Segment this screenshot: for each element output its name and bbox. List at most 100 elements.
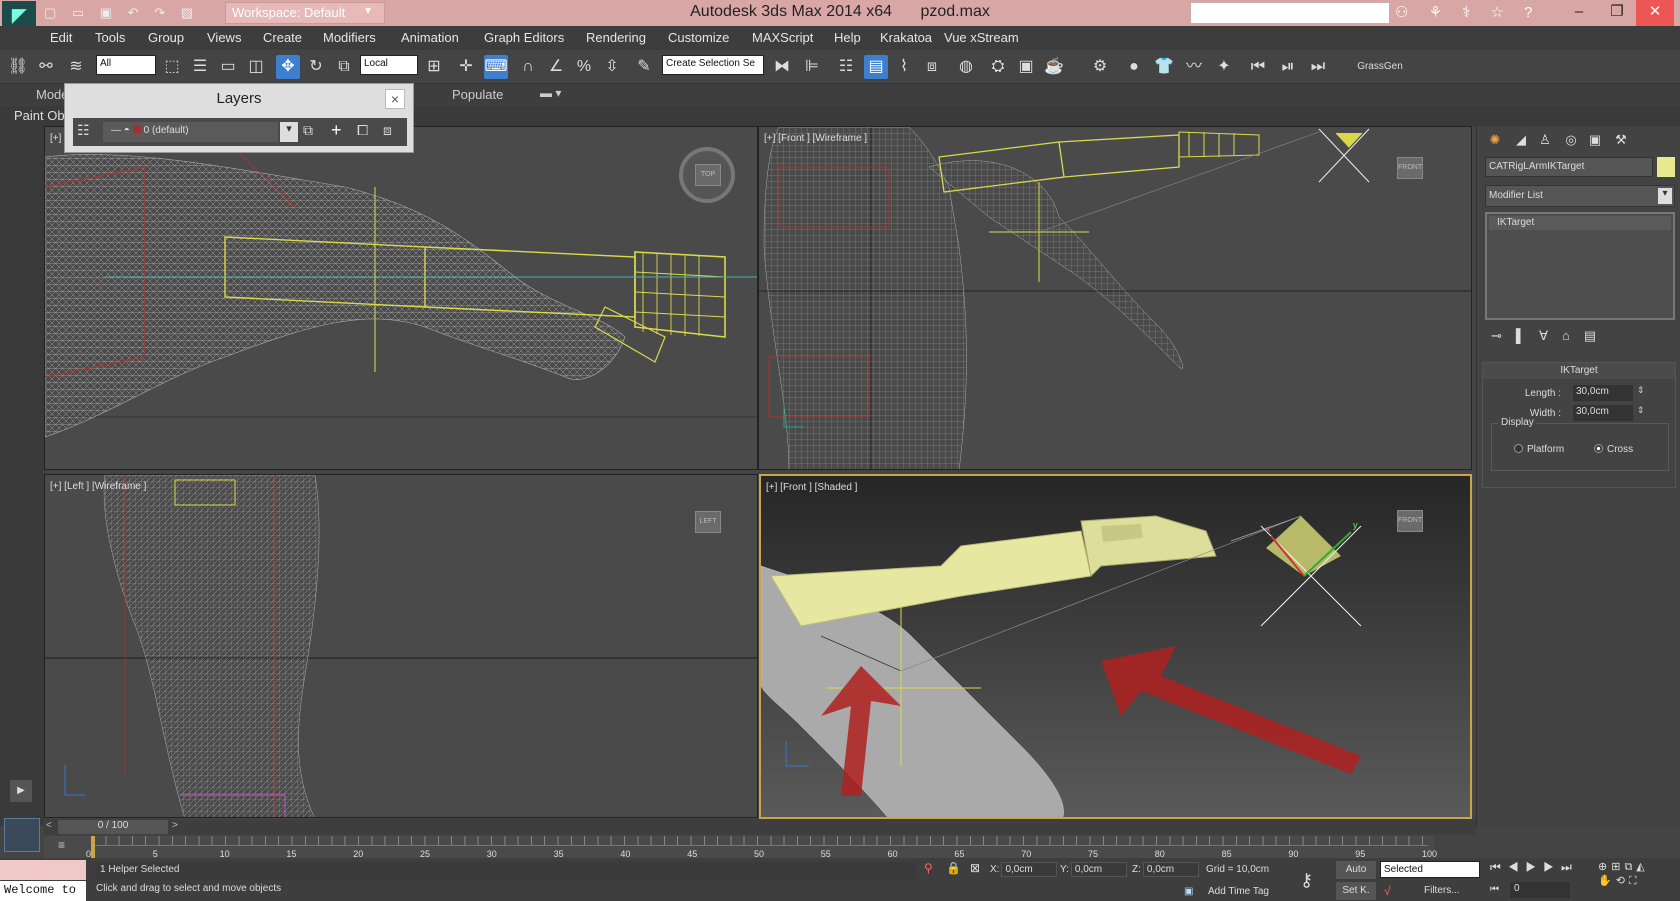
- named-selection-dropdown[interactable]: Create Selection Se: [662, 55, 764, 75]
- current-layer-dropdown[interactable]: — ◓ 0 (default): [103, 122, 278, 142]
- chevron-down-icon[interactable]: ▾: [365, 3, 383, 23]
- viewport-label[interactable]: [+]: [50, 133, 61, 144]
- align-icon[interactable]: ⊫: [800, 55, 824, 79]
- add-time-tag-button[interactable]: Add Time Tag: [1208, 886, 1269, 897]
- absolute-mode-icon[interactable]: ⊠: [970, 861, 980, 875]
- keyboard-shortcut-override-icon[interactable]: ⌨: [484, 55, 508, 79]
- maximize-icon[interactable]: ❐: [1598, 0, 1636, 26]
- maxscript-mini-listener[interactable]: Welcome to: [0, 881, 86, 901]
- select-and-move-icon[interactable]: ✥: [276, 55, 300, 79]
- angle-snap-icon[interactable]: ∠: [544, 55, 568, 79]
- app-logo-icon[interactable]: ◤: [2, 1, 36, 29]
- track-bar[interactable]: ≡ 0 5 10 15 20 25 30 35 40 45 50 55 60 65 70 75 80 85 90 95…: [44, 836, 1437, 859]
- menu-graph-editors[interactable]: Graph Editors: [484, 30, 564, 45]
- menu-tools[interactable]: Tools: [95, 30, 125, 45]
- next-frame-icon[interactable]: ▶: [1543, 860, 1561, 874]
- close-icon[interactable]: ✕: [1636, 0, 1674, 26]
- viewcube-top[interactable]: TOP: [695, 164, 721, 186]
- selection-region-icon[interactable]: ▭: [216, 55, 240, 79]
- key-mode-icon[interactable]: ⏮: [1490, 884, 1499, 895]
- remove-modifier-icon[interactable]: ⌂: [1562, 328, 1584, 343]
- zoom-extents-icon[interactable]: ⧉: [1624, 861, 1636, 873]
- paint-objects-label[interactable]: Paint Ob: [14, 108, 65, 123]
- lock-icon[interactable]: 🔒: [946, 861, 961, 875]
- pivot-center-icon[interactable]: ⊞: [422, 55, 446, 79]
- link-icon[interactable]: ⛓: [6, 55, 30, 79]
- minimize-icon[interactable]: –: [1560, 0, 1598, 26]
- hair-icon[interactable]: 〰: [1182, 55, 1206, 79]
- display-tab-icon[interactable]: ▣: [1585, 130, 1605, 150]
- viewport-label[interactable]: [+] [Front ] [Wireframe ]: [764, 133, 867, 144]
- menu-animation[interactable]: Animation: [401, 30, 459, 45]
- set-key-button[interactable]: Set K.: [1336, 882, 1376, 900]
- pin-stack-icon[interactable]: ⊸: [1491, 328, 1516, 343]
- stack-entry-iktarget[interactable]: IKTarget: [1489, 216, 1671, 230]
- menu-maxscript[interactable]: MAXScript: [752, 30, 813, 45]
- sphere-icon[interactable]: ●: [1122, 55, 1146, 79]
- timeline-end-icon[interactable]: ⏭: [1306, 55, 1330, 79]
- particle-icon[interactable]: ✦: [1212, 55, 1236, 79]
- bind-space-warp-icon[interactable]: ≋: [64, 55, 88, 79]
- layer-manager-icon[interactable]: ☷: [77, 122, 90, 139]
- ribbon-options-icon[interactable]: ▬ ▾: [540, 86, 561, 100]
- schematic-view-icon[interactable]: ⧈: [920, 55, 944, 79]
- width-field[interactable]: 30,0cm: [1573, 405, 1633, 421]
- configure-sets-icon[interactable]: ▤: [1584, 328, 1610, 343]
- timeline-start-icon[interactable]: ⏮: [1246, 55, 1270, 79]
- modifier-list-dropdown[interactable]: Modifier List ▾: [1485, 185, 1675, 207]
- infocenter-icons[interactable]: ⚇ ⚘ ⚕ ☆ ?: [1395, 3, 1540, 21]
- play-icon[interactable]: ⏯: [1276, 55, 1300, 79]
- time-slider[interactable]: 0 / 100: [58, 820, 168, 834]
- maximize-viewport-icon[interactable]: ⛶: [1629, 875, 1641, 887]
- go-to-end-icon[interactable]: ⏭: [1561, 860, 1579, 874]
- menu-vue-xstream[interactable]: Vue xStream: [944, 30, 1019, 45]
- edit-named-selection-icon[interactable]: ✎: [632, 55, 656, 79]
- rendered-frame-icon[interactable]: ▣: [1014, 55, 1038, 79]
- viewport-label[interactable]: [+] [Left ] [Wireframe ]: [50, 481, 146, 492]
- select-by-name-icon[interactable]: ☰: [188, 55, 212, 79]
- viewcube-ring[interactable]: TOP: [679, 147, 735, 203]
- menu-rendering[interactable]: Rendering: [586, 30, 646, 45]
- curve-editor-icon[interactable]: ⌇: [892, 55, 916, 79]
- quick-access-toolbar[interactable]: ▢ ▭ ▣ ↶ ↷ ▧: [44, 5, 199, 21]
- previous-frame-icon[interactable]: ◀: [1508, 860, 1526, 874]
- cloth-icon[interactable]: 👕: [1152, 55, 1176, 79]
- render-production-icon[interactable]: ☕: [1042, 55, 1066, 79]
- select-and-rotate-icon[interactable]: ↻: [304, 55, 328, 79]
- modifier-stack[interactable]: IKTarget: [1485, 212, 1675, 320]
- pan-icon[interactable]: ✋: [1598, 875, 1616, 887]
- viewport-label[interactable]: [+] [Front ] [Shaded ]: [766, 482, 857, 493]
- menu-group[interactable]: Group: [148, 30, 184, 45]
- field-of-view-icon[interactable]: ◭: [1636, 861, 1648, 873]
- length-field[interactable]: 30,0cm: [1573, 385, 1633, 401]
- next-frame-icon[interactable]: >: [172, 820, 178, 831]
- tab-populate[interactable]: Populate: [452, 87, 503, 102]
- rollout-title[interactable]: IKTarget: [1483, 363, 1675, 379]
- menu-create[interactable]: Create: [263, 30, 302, 45]
- x-field[interactable]: 0,0cm: [1001, 862, 1058, 877]
- motion-tab-icon[interactable]: ◎: [1561, 130, 1581, 150]
- spinner-snap-icon[interactable]: ⇳: [600, 55, 624, 79]
- selection-filter-dropdown[interactable]: All: [96, 55, 156, 75]
- grassgen-button[interactable]: GrassGen: [1350, 55, 1410, 79]
- object-color-swatch[interactable]: [1657, 157, 1675, 177]
- select-layer-objects-icon[interactable]: ⧠: [357, 122, 368, 139]
- mini-curve-editor-icon[interactable]: ≡: [58, 838, 65, 852]
- current-frame-marker[interactable]: [91, 836, 95, 858]
- close-icon[interactable]: ×: [385, 89, 405, 109]
- current-frame-field[interactable]: 0: [1510, 882, 1570, 898]
- viewcube-front[interactable]: FRONT: [1397, 157, 1423, 179]
- viewport-layout-icon[interactable]: [4, 818, 40, 852]
- play-icon[interactable]: ▶: [1526, 860, 1544, 874]
- isolate-selection-icon[interactable]: ⚲: [924, 861, 933, 875]
- plugin-icon[interactable]: ⚙: [1088, 55, 1112, 79]
- y-field[interactable]: 0,0cm: [1070, 862, 1127, 877]
- utilities-tab-icon[interactable]: ⚒: [1611, 130, 1631, 150]
- maxscript-listener-output[interactable]: [0, 860, 86, 880]
- cross-radio[interactable]: Cross: [1594, 444, 1633, 455]
- key-filter-dropdown[interactable]: Selected: [1380, 861, 1480, 878]
- hierarchy-tab-icon[interactable]: ♙: [1535, 130, 1555, 150]
- key-icon[interactable]: ⚷: [1300, 870, 1313, 891]
- play-icon[interactable]: ▶: [10, 780, 32, 802]
- search-input[interactable]: [1190, 2, 1390, 24]
